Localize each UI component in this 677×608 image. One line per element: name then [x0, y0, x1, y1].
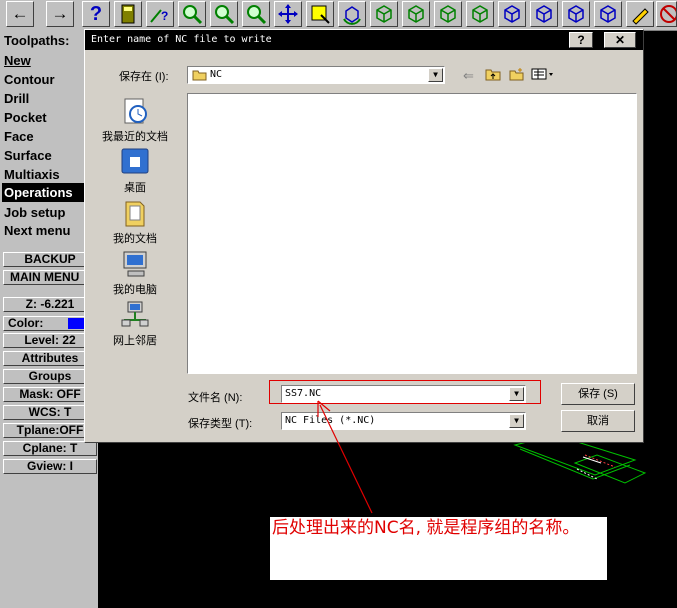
my-computer-icon: [123, 251, 147, 277]
save-in-label: 保存在 (I):: [119, 71, 169, 83]
my-documents-icon: [125, 201, 145, 227]
save-in-value: NC: [210, 69, 223, 80]
cube-view-icon[interactable]: [498, 1, 526, 27]
groups-button[interactable]: Groups: [3, 369, 97, 384]
rotate-view-icon[interactable]: [338, 1, 366, 27]
close-button[interactable]: ✕: [604, 32, 636, 48]
pan-icon[interactable]: [274, 1, 302, 27]
help-button[interactable]: ?: [569, 32, 593, 48]
zoom-window-icon[interactable]: [178, 1, 206, 27]
up-folder-icon[interactable]: [485, 67, 501, 86]
main-menu-button[interactable]: MAIN MENU: [3, 270, 97, 285]
recent-documents-icon: [124, 98, 147, 124]
attributes-button[interactable]: Attributes: [3, 351, 97, 366]
cube-view-icon[interactable]: [466, 1, 494, 27]
place-desktop[interactable]: 桌面: [97, 147, 173, 195]
back-icon[interactable]: ⇐: [463, 68, 474, 84]
color-button[interactable]: Color:: [3, 316, 97, 331]
cube-view-icon[interactable]: [402, 1, 430, 27]
place-label: 桌面: [124, 182, 146, 194]
view-menu-icon[interactable]: [531, 67, 555, 86]
new-folder-icon[interactable]: [509, 67, 525, 86]
place-label: 我的文档: [113, 233, 157, 245]
tplane-button[interactable]: Tplane:OFF: [3, 423, 97, 438]
analyze-icon[interactable]: ?: [146, 1, 174, 27]
place-documents[interactable]: 我的文档: [97, 198, 173, 246]
save-in-dropdown[interactable]: NC ▼: [187, 66, 445, 84]
cube-view-icon[interactable]: [370, 1, 398, 27]
folder-icon: [192, 70, 207, 81]
file-list[interactable]: [187, 93, 637, 374]
part-geometry: [513, 435, 647, 484]
cube-view-icon[interactable]: [434, 1, 462, 27]
svg-text:?: ?: [161, 9, 168, 23]
cube-view-icon[interactable]: [530, 1, 558, 27]
filename-label: 文件名 (N):: [188, 392, 243, 404]
save-button[interactable]: 保存 (S): [561, 383, 635, 405]
desktop-icon: [121, 148, 149, 174]
dialog-title: Enter name of NC file to write: [91, 34, 272, 45]
back-arrow-icon[interactable]: ←: [6, 1, 34, 27]
forward-arrow-icon[interactable]: →: [46, 1, 74, 27]
toolbar: ← → ? ?: [0, 0, 677, 31]
annotation-arrow: [317, 400, 373, 514]
cancel-button[interactable]: 取消: [561, 410, 635, 432]
cube-view-icon[interactable]: [562, 1, 590, 27]
dialog-titlebar: Enter name of NC file to write ? ✕: [85, 30, 643, 50]
network-icon: [121, 301, 149, 327]
annotation-note: 后处理出来的NC名, 就是程序组的名称。: [270, 517, 607, 580]
level-button[interactable]: Level: 22: [3, 333, 97, 348]
backup-button[interactable]: BACKUP: [3, 252, 97, 267]
z-depth-button[interactable]: Z: -6.221: [3, 297, 97, 312]
calculator-icon[interactable]: [114, 1, 142, 27]
wcs-button[interactable]: WCS: T: [3, 405, 97, 420]
zoom-fit-icon[interactable]: [242, 1, 270, 27]
place-label: 我最近的文档: [102, 131, 168, 143]
place-label: 网上邻居: [113, 335, 157, 347]
delete-icon[interactable]: [656, 1, 677, 27]
select-icon[interactable]: [306, 1, 334, 27]
zoom-icon[interactable]: [210, 1, 238, 27]
help-icon[interactable]: ?: [82, 1, 110, 27]
chevron-down-icon[interactable]: ▼: [428, 68, 443, 82]
filetype-label: 保存类型 (T):: [188, 418, 253, 430]
cube-view-icon[interactable]: [594, 1, 622, 27]
place-network[interactable]: 网上邻居: [97, 300, 173, 348]
place-recent[interactable]: 我最近的文档: [97, 96, 173, 144]
mask-button[interactable]: Mask: OFF: [3, 387, 97, 402]
place-label: 我的电脑: [113, 284, 157, 296]
color-label: Color:: [8, 316, 44, 330]
gview-button[interactable]: Gview: I: [3, 459, 97, 474]
place-computer[interactable]: 我的电脑: [97, 249, 173, 297]
pencil-icon[interactable]: [626, 1, 654, 27]
chevron-down-icon[interactable]: ▼: [509, 414, 524, 428]
cplane-button[interactable]: Cplane: T: [3, 441, 97, 456]
